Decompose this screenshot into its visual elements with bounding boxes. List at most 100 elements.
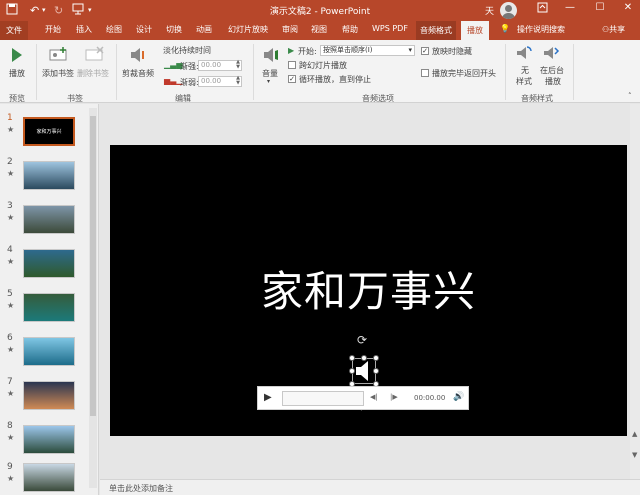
no-style-line2: 样式 — [516, 77, 532, 86]
resize-handle[interactable] — [349, 355, 355, 361]
scroll-down-icon[interactable]: ▼ — [632, 451, 637, 459]
spinner-arrows-icon[interactable]: ▲ ▼ — [236, 76, 240, 86]
start-icon: ▶ — [288, 46, 295, 55]
tell-me-search[interactable]: 操作说明搜索 — [517, 24, 565, 35]
slide-number: 8 — [7, 421, 13, 431]
slide-title[interactable]: 家和万事兴 — [110, 258, 627, 319]
group-label-editing: 编辑 — [175, 94, 191, 103]
slide-thumbnail-9[interactable] — [23, 463, 75, 492]
animation-star-icon: ★ — [7, 389, 15, 398]
hide-during-show-label: 放映时隐藏 — [432, 47, 472, 56]
animation-star-icon: ★ — [7, 213, 15, 222]
slide-thumbnail-1[interactable]: 家和万事兴 — [23, 117, 75, 146]
slide-number: 3 — [7, 201, 13, 211]
rewind-label: 播放完毕返回开头 — [432, 69, 496, 78]
slide-thumbnail-8[interactable] — [23, 425, 75, 454]
ribbon-display-options-icon[interactable] — [532, 2, 552, 16]
play-button[interactable] — [10, 46, 24, 66]
resize-handle[interactable] — [349, 368, 355, 374]
start-label: 开始: — [298, 47, 317, 56]
chevron-down-icon: ▾ — [408, 46, 412, 54]
remove-bookmark-icon — [85, 46, 104, 61]
slide-thumbnail-6[interactable] — [23, 337, 75, 366]
progress-bar[interactable] — [282, 391, 364, 406]
tab-playback[interactable]: 播放 — [461, 21, 489, 40]
tab-review[interactable]: 审阅 — [282, 24, 298, 35]
add-bookmark-icon — [49, 47, 67, 61]
tab-design[interactable]: 设计 — [136, 24, 152, 35]
group-divider — [505, 44, 506, 100]
add-bookmark-button[interactable] — [48, 46, 70, 66]
tab-draw[interactable]: 绘图 — [106, 24, 122, 35]
cross-slides-checkbox[interactable] — [288, 61, 296, 69]
thumbnail-title: 家和万事兴 — [36, 129, 62, 135]
resize-handle[interactable] — [373, 368, 379, 374]
background-play-line2: 播放 — [545, 77, 561, 86]
avatar[interactable] — [500, 2, 517, 19]
slide-thumbnail-7[interactable] — [23, 381, 75, 410]
chevron-down-icon[interactable]: ▾ — [267, 78, 270, 85]
title-bar: ↶ ▾ ↻ ▾ 演示文稿2 - PowerPoint 天 — ☐ ✕ — [0, 0, 640, 21]
scrollbar-thumb[interactable] — [90, 116, 96, 416]
lightbulb-icon: 💡 — [500, 24, 510, 33]
volume-icon — [264, 48, 278, 62]
seek-back-icon[interactable]: ◀| — [370, 393, 378, 401]
fade-out-spinner[interactable]: 00.00 ▲ ▼ — [198, 76, 242, 87]
slide-thumbnail-3[interactable] — [23, 205, 75, 234]
fade-in-label: 渐强: — [180, 62, 199, 71]
group-divider — [36, 44, 37, 100]
slide-number: 9 — [7, 462, 13, 472]
audio-player: ▶ ◀| |▶ 00:00.00 🔊 — [257, 386, 469, 410]
tab-slideshow[interactable]: 幻灯片放映 — [228, 24, 268, 35]
group-label-preview: 预览 — [9, 94, 25, 103]
start-value: 按照单击顺序(I) — [323, 46, 373, 54]
close-icon[interactable]: ✕ — [618, 2, 638, 13]
trim-audio-button[interactable] — [128, 46, 148, 66]
animation-star-icon: ★ — [7, 433, 15, 442]
tab-audio-format[interactable]: 音频格式 — [416, 21, 456, 40]
tab-animations[interactable]: 动画 — [196, 24, 212, 35]
slide-thumbnail-2[interactable] — [23, 161, 75, 190]
fade-out-label: 渐弱: — [180, 78, 199, 87]
user-name[interactable]: 天 — [485, 4, 494, 17]
background-play-button[interactable] — [542, 44, 560, 64]
seek-forward-icon[interactable]: |▶ — [390, 393, 398, 401]
player-play-icon[interactable]: ▶ — [264, 392, 272, 403]
hide-during-show-checkbox[interactable]: ✓ — [421, 47, 429, 55]
group-label-audio-styles: 音频样式 — [521, 94, 553, 103]
scroll-up-icon[interactable]: ▲ — [632, 430, 637, 438]
slide-thumbnail-5[interactable] — [23, 293, 75, 322]
tab-home[interactable]: 开始 — [45, 24, 61, 35]
minimize-icon[interactable]: — — [560, 2, 580, 13]
start-dropdown[interactable]: 按照单击顺序(I) ▾ — [320, 45, 415, 56]
animation-star-icon: ★ — [7, 345, 15, 354]
tab-help[interactable]: 帮助 — [342, 24, 358, 35]
share-button[interactable]: ⚇共享 — [602, 24, 625, 35]
tab-transitions[interactable]: 切换 — [166, 24, 182, 35]
thumbnail-scrollbar[interactable] — [89, 108, 97, 488]
cross-slides-label: 跨幻灯片播放 — [299, 61, 347, 70]
group-divider — [253, 44, 254, 100]
notes-pane[interactable]: 单击此处添加备注 — [100, 479, 640, 495]
spinner-arrows-icon[interactable]: ▲ ▼ — [236, 60, 240, 70]
no-style-button[interactable] — [515, 44, 533, 64]
player-volume-icon[interactable]: 🔊 — [453, 392, 464, 402]
slide-number: 4 — [7, 245, 13, 255]
collapse-ribbon-icon[interactable]: ˄ — [628, 92, 632, 100]
editor-scrollbar[interactable]: ▲ ▼ — [630, 104, 640, 479]
tab-view[interactable]: 视图 — [311, 24, 327, 35]
resize-handle[interactable] — [361, 355, 367, 361]
volume-button[interactable] — [262, 46, 280, 66]
rotate-handle-icon[interactable]: ⟳ — [357, 333, 367, 347]
tab-insert[interactable]: 插入 — [76, 24, 92, 35]
rewind-checkbox[interactable] — [421, 69, 429, 77]
loop-checkbox[interactable]: ✓ — [288, 75, 296, 83]
slide-number: 2 — [7, 157, 13, 167]
resize-handle[interactable] — [373, 355, 379, 361]
tab-wps-pdf[interactable]: WPS PDF — [372, 24, 408, 33]
fade-in-spinner[interactable]: 00.00 ▲ ▼ — [198, 60, 242, 71]
fade-out-value: 00.00 — [201, 77, 222, 85]
slide-thumbnail-4[interactable] — [23, 249, 75, 278]
tab-file[interactable]: 文件 — [0, 21, 28, 40]
maximize-icon[interactable]: ☐ — [590, 2, 610, 13]
